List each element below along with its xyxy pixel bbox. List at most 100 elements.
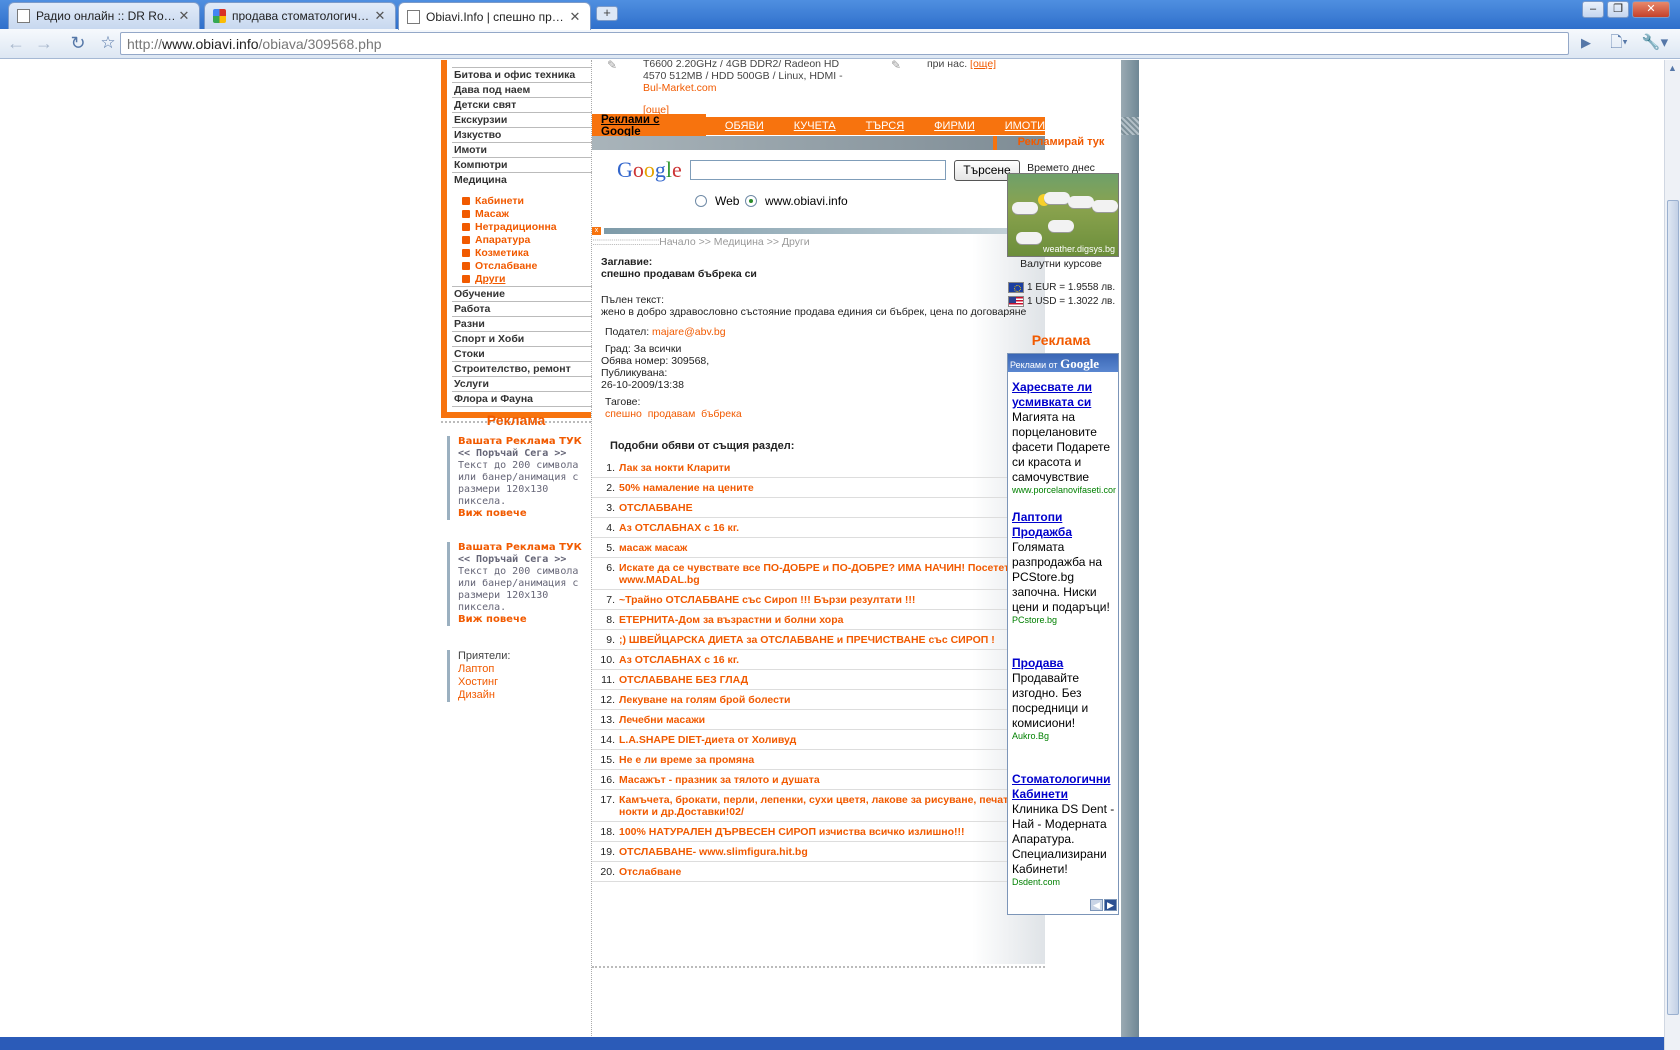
similar-ad-row[interactable]: 16. Масажът - празник за тялото и душата xyxy=(592,770,1045,790)
menu-item[interactable]: ИМОТИ xyxy=(1005,120,1045,132)
similar-ad-row[interactable]: 18. 100% НАТУРАЛЕН ДЪРВЕСЕН СИРОП изчиств… xyxy=(592,822,1045,842)
category-item[interactable]: Спорт и Хоби xyxy=(452,332,592,347)
similar-ad-row[interactable]: 1. Лак за нокти Кларити xyxy=(592,458,1045,478)
similar-ad-row[interactable]: 14. L.A.SHAPE DIET-диета от Холивуд xyxy=(592,730,1045,750)
similar-ad-link[interactable]: масаж масаж xyxy=(619,542,1045,554)
google-ad-title[interactable]: Стоматологични Кабинети xyxy=(1012,772,1116,802)
friend-link[interactable]: Дизайн xyxy=(458,689,495,701)
search-input[interactable] xyxy=(690,160,946,180)
google-ad[interactable]: Харесвате ли усмивката си Магията на пор… xyxy=(1012,380,1116,496)
category-item[interactable]: Работа xyxy=(452,302,592,317)
promo-more-link[interactable]: Виж повече xyxy=(458,614,587,626)
back-icon[interactable]: ← xyxy=(4,32,28,56)
category-item[interactable]: Обучение xyxy=(452,287,592,302)
minimize-window-button[interactable]: – xyxy=(1582,1,1604,18)
ads-by-google-link[interactable]: Реклами с Google xyxy=(592,114,706,138)
similar-ad-row[interactable]: 13. Лечебни масажи xyxy=(592,710,1045,730)
similar-ad-row[interactable]: 19. ОТСЛАБВАНЕ- www.slimfigura.hit.bg xyxy=(592,842,1045,862)
similar-ad-link[interactable]: Масажът - празник за тялото и душата xyxy=(619,774,1045,786)
browser-tab-active[interactable]: Obiavi.Info | спешно прод... ✕ xyxy=(398,2,591,30)
subcategory-item[interactable]: Отслабване xyxy=(452,260,592,273)
promo-title[interactable]: Вашата Реклама ТУК xyxy=(458,542,587,554)
category-item[interactable]: Детски свят xyxy=(452,98,592,113)
category-item[interactable]: Флора и Фауна xyxy=(452,392,592,407)
category-item[interactable]: Стоки xyxy=(452,347,592,362)
similar-ad-link[interactable]: ОТСЛАБВАНЕ xyxy=(619,502,1045,514)
menu-item[interactable]: КУЧЕТА xyxy=(794,120,836,132)
google-ad[interactable]: Продава Продавайте изгодно. Без посредни… xyxy=(1012,656,1116,742)
subcategory-item[interactable]: Нетрадиционна xyxy=(452,221,592,234)
similar-ad-link[interactable]: Аз ОТСЛАБНАХ с 16 кг. xyxy=(619,522,1045,534)
wrench-menu-icon[interactable]: 🔧▾ xyxy=(1640,32,1670,56)
promo-title[interactable]: Вашата Реклама ТУК xyxy=(458,436,587,448)
similar-ad-link[interactable]: L.A.SHAPE DIET-диета от Холивуд xyxy=(619,734,1045,746)
google-ad-url[interactable]: www.porcelanovifaseti.com xyxy=(1012,485,1116,496)
category-item-active[interactable]: Медицина xyxy=(452,173,592,193)
similar-ad-row[interactable]: 6. Искате да се чувствате все ПО-ДОБРЕ и … xyxy=(592,558,1045,590)
tag-link[interactable]: спешно xyxy=(605,408,642,420)
promo-more-link[interactable]: Виж повече xyxy=(458,508,587,520)
similar-ad-row[interactable]: 9. ;) ШВЕЙЦАРСКА ДИЕТА за ОТСЛАБВАНЕ и ПР… xyxy=(592,630,1045,650)
bookmark-star-icon[interactable]: ☆ xyxy=(96,32,120,56)
similar-ad-link[interactable]: ОТСЛАБВАНЕ- www.slimfigura.hit.bg xyxy=(619,846,1045,858)
breadcrumb-path[interactable]: Начало >> Медицина >> Други xyxy=(659,236,810,248)
similar-ad-link[interactable]: Лекуване на голям брой болести xyxy=(619,694,1045,706)
category-item[interactable]: Дава под наем xyxy=(452,83,592,98)
similar-ad-link[interactable]: Камъчета, брокати, перли, лепенки, сухи … xyxy=(619,794,1045,818)
advertise-here-link[interactable]: Рекламирай тук xyxy=(1005,136,1117,148)
similar-ad-link[interactable]: 100% НАТУРАЛЕН ДЪРВЕСЕН СИРОП изчиства в… xyxy=(619,826,1045,838)
promo-box[interactable]: Вашата Реклама ТУК << Поръчай Сега >> Те… xyxy=(447,436,587,520)
category-item[interactable]: Строителство, ремонт xyxy=(452,362,592,377)
close-tab-icon[interactable]: ✕ xyxy=(373,8,387,24)
promo-box[interactable]: Вашата Реклама ТУК << Поръчай Сега >> Те… xyxy=(447,542,587,626)
close-window-button[interactable]: ✕ xyxy=(1632,1,1670,18)
scroll-up-icon[interactable]: ▲ xyxy=(1665,60,1680,76)
similar-ad-row[interactable]: 12. Лекуване на голям брой болести xyxy=(592,690,1045,710)
similar-ad-row[interactable]: 15. Не е ли време за промяна xyxy=(592,750,1045,770)
weather-map[interactable]: weather.digsys.bg xyxy=(1007,173,1119,257)
category-item[interactable]: Имоти xyxy=(452,143,592,158)
similar-ad-row[interactable]: 17. Камъчета, брокати, перли, лепенки, су… xyxy=(592,790,1045,822)
radio-button[interactable] xyxy=(695,195,707,207)
similar-ad-row[interactable]: 20. Отслабване xyxy=(592,862,1045,882)
menu-item[interactable]: ОБЯВИ xyxy=(725,120,764,132)
google-ad-url[interactable]: Aukro.Bg xyxy=(1012,731,1116,742)
friend-link[interactable]: Хостинг xyxy=(458,676,498,688)
similar-ad-row[interactable]: 8. ЕТЕРНИТА-Дом за възрастни и болни хора xyxy=(592,610,1045,630)
friend-link[interactable]: Лаптоп xyxy=(458,663,494,675)
radio-web[interactable]: Web xyxy=(695,194,739,208)
close-icon[interactable]: x xyxy=(592,227,601,235)
similar-ad-link[interactable]: ОТСЛАБВАНЕ БЕЗ ГЛАД xyxy=(619,674,1045,686)
subcategory-item[interactable]: Масаж xyxy=(452,208,592,221)
address-bar[interactable]: http://www.obiavi.info/obiava/309568.php xyxy=(120,32,1569,55)
page-menu-icon[interactable]: 🗋▾ xyxy=(1604,32,1634,56)
menu-item[interactable]: ФИРМИ xyxy=(934,120,975,132)
similar-ad-row[interactable]: 7. ~Трайно ОТСЛАБВАНЕ със Сироп !!! Бързи… xyxy=(592,590,1045,610)
menu-item[interactable]: ТЪРСЯ xyxy=(866,120,905,132)
similar-ad-link[interactable]: Искате да се чувствате все ПО-ДОБРЕ и ПО… xyxy=(619,562,1045,586)
similar-ad-link[interactable]: ;) ШВЕЙЦАРСКА ДИЕТА за ОТСЛАБВАНЕ и ПРЕЧ… xyxy=(619,634,1045,646)
reload-icon[interactable]: ↻ xyxy=(66,32,90,56)
close-tab-icon[interactable]: ✕ xyxy=(568,9,582,25)
similar-ad-row[interactable]: 3. ОТСЛАБВАНЕ xyxy=(592,498,1045,518)
similar-ad-link[interactable]: Не е ли време за промяна xyxy=(619,754,1045,766)
category-item[interactable]: Услуги xyxy=(452,377,592,392)
forward-icon[interactable]: → xyxy=(32,32,56,56)
similar-ad-row[interactable]: 10. Аз ОТСЛАБНАХ с 16 кг. xyxy=(592,650,1045,670)
google-ad[interactable]: Лаптопи Продажба Голямата разпродажба на… xyxy=(1012,510,1116,626)
prev-ads-icon[interactable]: ◀ xyxy=(1090,899,1103,911)
similar-ad-link[interactable]: 50% намаление на цените xyxy=(619,482,1045,494)
browser-tab[interactable]: Радио онлайн :: DR Rock ... ✕ xyxy=(8,2,200,29)
promo-order-link[interactable]: << Поръчай Сега >> xyxy=(458,554,587,566)
similar-ad-link[interactable]: ЕТЕРНИТА-Дом за възрастни и болни хора xyxy=(619,614,1045,626)
similar-ad-row[interactable]: 5. масаж масаж xyxy=(592,538,1045,558)
category-item[interactable]: Компютри xyxy=(452,158,592,173)
subcategory-item[interactable]: Козметика xyxy=(452,247,592,260)
subcategory-item-active[interactable]: Други xyxy=(452,273,592,287)
similar-ad-row[interactable]: 2. 50% намаление на цените xyxy=(592,478,1045,498)
ads-by-google-header[interactable]: Реклами от Google xyxy=(1008,354,1118,372)
category-item[interactable]: Екскурзии xyxy=(452,113,592,128)
vertical-scrollbar[interactable]: ▲ xyxy=(1664,60,1680,1050)
promo-order-link[interactable]: << Поръчай Сега >> xyxy=(458,448,587,460)
google-ad[interactable]: Стоматологични Кабинети Клиника DS Dent … xyxy=(1012,772,1116,888)
